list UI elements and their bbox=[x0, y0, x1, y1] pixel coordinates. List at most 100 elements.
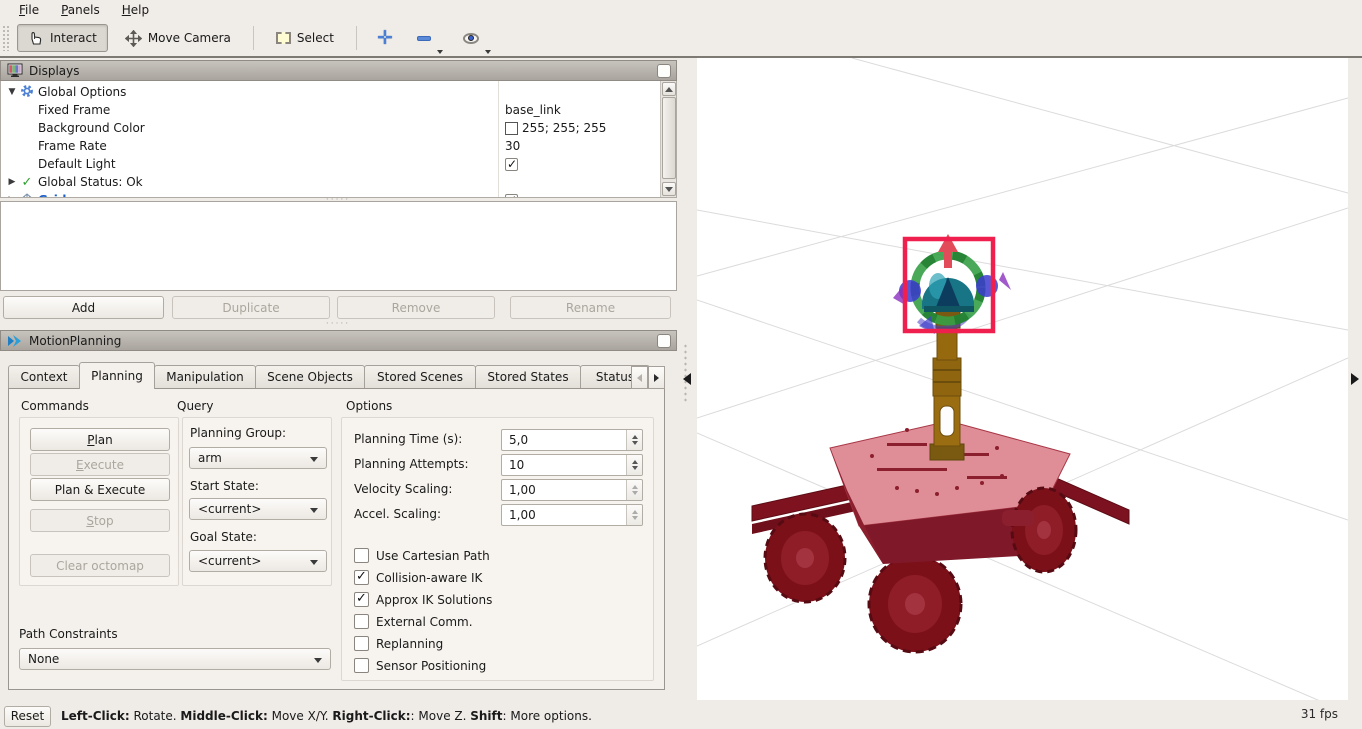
status-bar: Reset Left-Click: Rotate. Middle-Click: … bbox=[0, 703, 1362, 729]
goal-state-label: Goal State: bbox=[190, 530, 257, 544]
reset-button[interactable]: Reset bbox=[4, 705, 51, 727]
approx-ik-solutions-row[interactable]: Approx IK Solutions bbox=[354, 591, 492, 607]
tree-label: Default Light bbox=[38, 157, 116, 171]
grid-checkbox[interactable] bbox=[505, 193, 518, 197]
fps-counter: 31 fps bbox=[1300, 707, 1338, 721]
menu-panels[interactable]: Panels bbox=[52, 1, 109, 19]
sensor-positioning-row[interactable]: Sensor Positioning bbox=[354, 658, 486, 673]
tree-row-fixed-frame[interactable]: Fixed Frame base_link bbox=[1, 101, 661, 119]
stop-button[interactable]: Stop bbox=[30, 509, 170, 532]
frame-rate-value[interactable]: 30 bbox=[505, 139, 520, 153]
tab-planning[interactable]: Planning bbox=[79, 362, 155, 389]
commands-section-label: Commands bbox=[21, 399, 89, 413]
toolbar-separator bbox=[252, 26, 254, 50]
plan-button[interactable]: Plan bbox=[30, 428, 170, 451]
remove-tool-button[interactable] bbox=[408, 27, 436, 50]
velocity-scaling-spinner[interactable]: 1,00 bbox=[501, 479, 643, 501]
tab-manipulation[interactable]: Manipulation bbox=[154, 365, 256, 389]
goal-state-combo[interactable]: <current> bbox=[189, 550, 327, 572]
expander-open-icon[interactable]: ▼ bbox=[6, 87, 18, 97]
fixed-frame-value[interactable]: base_link bbox=[505, 103, 561, 117]
planning-attempts-spinner[interactable]: 10 bbox=[501, 454, 643, 476]
approx-ik-solutions-checkbox[interactable] bbox=[354, 591, 369, 607]
execute-button[interactable]: Execute bbox=[30, 453, 170, 476]
displays-scrollbar[interactable] bbox=[660, 81, 676, 197]
camera-view-tool-button[interactable] bbox=[452, 26, 484, 51]
collapse-right-arrow-icon[interactable] bbox=[1351, 373, 1359, 385]
scroll-down-button[interactable] bbox=[662, 182, 676, 196]
tab-scroll-right-button[interactable] bbox=[648, 366, 665, 389]
collision-aware-ik-row[interactable]: Collision-aware IK bbox=[354, 569, 482, 585]
tab-stored-scenes[interactable]: Stored Scenes bbox=[364, 365, 476, 389]
accel-scaling-label: Accel. Scaling: bbox=[354, 507, 442, 521]
collision-aware-ik-checkbox[interactable] bbox=[354, 569, 369, 585]
displays-panel-header[interactable]: Displays bbox=[0, 60, 677, 81]
external-comm-checkbox[interactable] bbox=[354, 614, 369, 629]
motion-planning-panel-title: MotionPlanning bbox=[29, 333, 122, 348]
3d-viewport[interactable] bbox=[697, 58, 1348, 700]
planning-group-combo[interactable]: arm bbox=[189, 447, 327, 469]
rename-display-button[interactable]: Rename bbox=[510, 296, 671, 319]
tree-row-global-status[interactable]: ▶ ✓ Global Status: Ok bbox=[1, 173, 661, 191]
tree-row-global-options[interactable]: ▼ Global Options bbox=[1, 83, 661, 101]
planning-attempts-label: Planning Attempts: bbox=[354, 457, 469, 471]
start-state-combo[interactable]: <current> bbox=[189, 498, 327, 520]
add-display-button[interactable]: Add bbox=[3, 296, 164, 319]
panel-splitter[interactable] bbox=[677, 58, 697, 700]
default-light-checkbox[interactable] bbox=[505, 157, 518, 171]
tree-label: Grid bbox=[38, 193, 66, 197]
3d-scene bbox=[697, 58, 1348, 700]
toolbar-drag-handle[interactable] bbox=[2, 25, 10, 51]
tree-row-frame-rate[interactable]: Frame Rate 30 bbox=[1, 137, 661, 155]
use-cartesian-path-checkbox[interactable] bbox=[354, 548, 369, 563]
sensor-positioning-checkbox[interactable] bbox=[354, 658, 369, 673]
menu-help[interactable]: Help bbox=[113, 1, 158, 19]
path-constraints-combo[interactable]: None bbox=[19, 648, 331, 670]
background-color-value[interactable]: 255; 255; 255 bbox=[505, 121, 606, 135]
select-tool-button[interactable]: Select bbox=[265, 25, 345, 51]
main-area: Displays ▼ Global Options Fixed Frame ba… bbox=[0, 58, 1362, 700]
tree-label: Global Options bbox=[38, 85, 127, 99]
status-ok-icon: ✓ bbox=[21, 174, 33, 190]
planning-time-spinner[interactable]: 5,0 bbox=[501, 429, 643, 451]
scrollbar-thumb[interactable] bbox=[662, 97, 676, 179]
tab-stored-states[interactable]: Stored States bbox=[475, 365, 581, 389]
expander-closed-icon[interactable]: ▶ bbox=[6, 195, 18, 197]
displays-description-box bbox=[0, 201, 677, 291]
tree-row-background-color[interactable]: Background Color 255; 255; 255 bbox=[1, 119, 661, 137]
replanning-row[interactable]: Replanning bbox=[354, 636, 443, 651]
menu-file[interactable]: File bbox=[10, 1, 48, 19]
path-constraints-label: Path Constraints bbox=[19, 627, 118, 641]
accel-scaling-spinner[interactable]: 1,00 bbox=[501, 504, 643, 526]
minus-icon bbox=[416, 35, 431, 41]
external-comm-row[interactable]: External Comm. bbox=[354, 614, 473, 629]
toolbar: Interact Move Camera Select ✛ bbox=[0, 20, 1362, 56]
motion-planning-float-button[interactable] bbox=[657, 334, 671, 348]
right-panel-strip[interactable] bbox=[1348, 58, 1362, 700]
add-tool-button[interactable]: ✛ bbox=[368, 27, 402, 49]
use-cartesian-path-row[interactable]: Use Cartesian Path bbox=[354, 548, 490, 563]
expander-closed-icon[interactable]: ▶ bbox=[6, 177, 18, 187]
tree-label: Fixed Frame bbox=[38, 103, 111, 117]
plan-and-execute-button[interactable]: Plan & Execute bbox=[30, 478, 170, 501]
displays-tree: ▼ Global Options Fixed Frame base_link B… bbox=[0, 81, 677, 198]
tree-label: Global Status: Ok bbox=[38, 175, 143, 189]
camera-view-dropdown-caret[interactable] bbox=[484, 50, 491, 54]
displays-panel-float-button[interactable] bbox=[657, 64, 671, 78]
tree-row-default-light[interactable]: Default Light bbox=[1, 155, 661, 173]
move-camera-tool-button[interactable]: Move Camera bbox=[114, 24, 242, 53]
remove-tool-dropdown-caret[interactable] bbox=[436, 50, 443, 54]
splitter-handle-2[interactable]: ····· bbox=[318, 320, 358, 329]
remove-display-button[interactable]: Remove bbox=[337, 296, 495, 319]
interact-tool-button[interactable]: Interact bbox=[17, 24, 108, 52]
tab-scene-objects[interactable]: Scene Objects bbox=[255, 365, 365, 389]
collapse-left-arrow-icon[interactable] bbox=[683, 373, 691, 385]
clear-octomap-button[interactable]: Clear octomap bbox=[30, 554, 170, 577]
tab-context[interactable]: Context bbox=[8, 365, 80, 389]
displays-panel-title: Displays bbox=[29, 63, 80, 78]
duplicate-display-button[interactable]: Duplicate bbox=[172, 296, 330, 319]
tab-scroll-left-button[interactable] bbox=[631, 366, 648, 389]
scroll-up-button[interactable] bbox=[662, 82, 676, 96]
replanning-checkbox[interactable] bbox=[354, 636, 369, 651]
motion-planning-panel-header[interactable]: MotionPlanning bbox=[0, 330, 677, 351]
